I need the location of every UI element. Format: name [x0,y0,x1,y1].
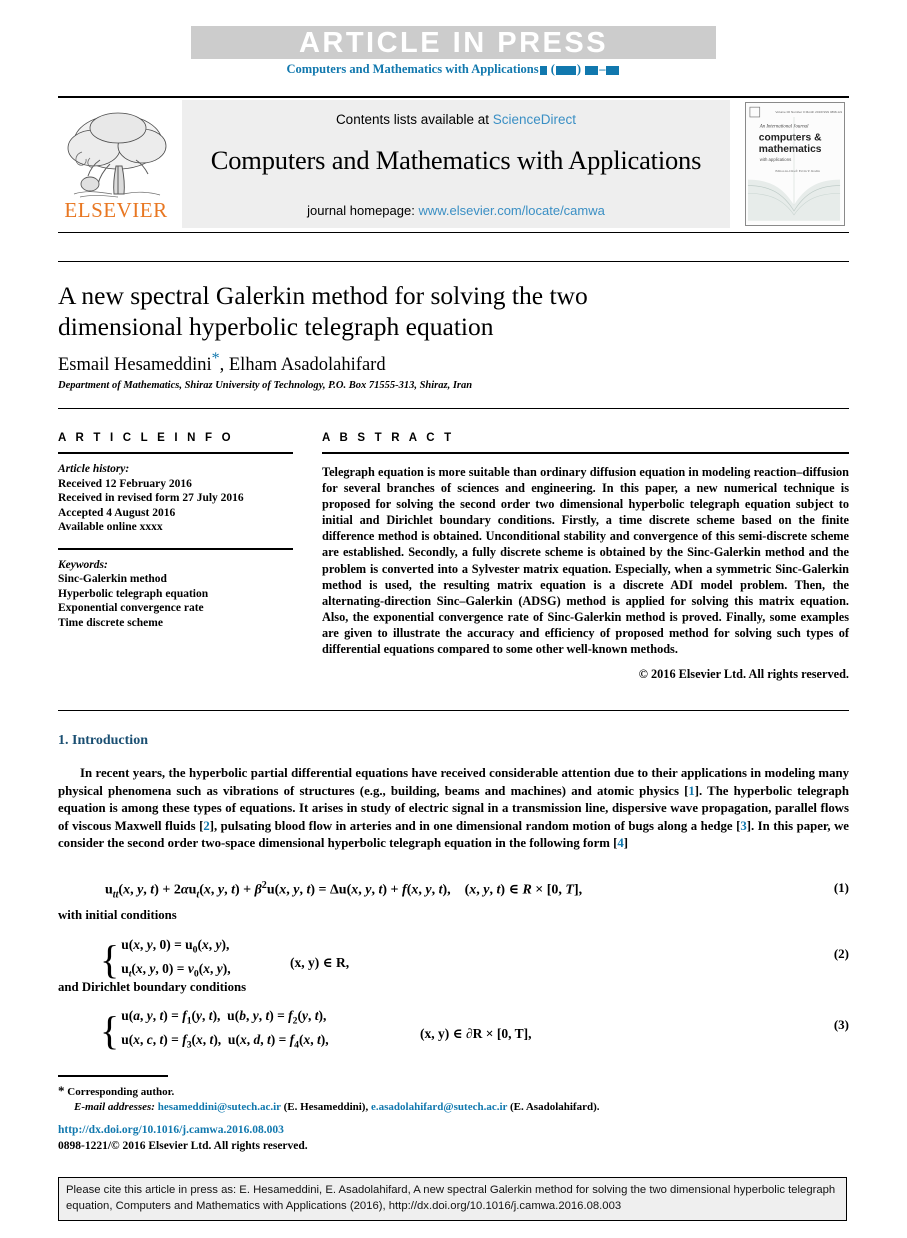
banner-journal-reference: Computers and Mathematics with Applicati… [0,62,907,77]
redaction-block-page-end [606,65,620,75]
journal-homepage-link[interactable]: www.elsevier.com/locate/camwa [418,203,604,218]
equation-3-line-2: u(x, c, t) = f3(x, t), u(x, d, t) = f4(x… [121,1031,329,1051]
intro-text-c: ], pulsating blood flow in arteries and … [209,818,741,833]
email-addresses-line: E-mail addresses: hesameddini@sutech.ac.… [58,1100,758,1115]
email-owner-asadolahifard: (E. Asadolahifard). [509,1101,600,1113]
author-name-first: Esmail Hesameddini [58,355,212,376]
affiliation-bottom-rule [58,408,849,409]
equation-1: utt(x, y, t) + 2αut(x, y, t) + β2u(x, y,… [105,880,583,901]
article-info-column: A R T I C L E I N F O Article history: R… [58,432,293,630]
article-history-item: Received in revised form 27 July 2016 [58,492,244,504]
equation-3-brace: { [100,1007,120,1053]
email-addresses-label: E-mail addresses: [74,1101,155,1113]
svg-text:with applications: with applications [760,157,792,162]
equation-2-domain: (x, y) ∈ R, [290,955,350,970]
redaction-paren-open: ( [547,62,555,76]
abstract-text: Telegraph equation is more suitable than… [322,465,849,657]
author-affiliation: Department of Mathematics, Shiraz Univer… [58,380,473,391]
article-info-heading: A R T I C L E I N F O [58,432,234,444]
email-link-hesameddini[interactable]: hesameddini@sutech.ac.ir [158,1101,281,1113]
lead-in-initial-conditions: with initial conditions [58,908,177,922]
email-owner-hesameddini: (E. Hesameddini), [283,1101,369,1113]
keyword-item: Time discrete scheme [58,616,163,629]
contents-prefix-text: Contents lists available at [335,112,493,127]
article-in-press-headline: ARTICLE IN PRESS [298,27,609,59]
equation-3-lines: u(a, y, t) = f1(y, t), u(b, y, t) = f2(y… [121,1007,328,1054]
equation-2-brace: { [100,936,120,982]
svg-text:Volume 00 Number 0 Month 2016: Volume 00 Number 0 Month 2016 [775,110,822,114]
paper-page: ARTICLE IN PRESS Computers and Mathemati… [0,0,907,1238]
svg-text:Editor-in-Chief: Ervin Y. Rodi: Editor-in-Chief: Ervin Y. Rodin [775,169,820,173]
keywords-label: Keywords: [58,558,108,571]
journal-cover-thumbnail: Volume 00 Number 0 Month 2016 ISSN 0898-… [745,102,845,226]
corresponding-author-note: * Corresponding author. [58,1083,758,1100]
banner-journal-name: Computers and Mathematics with Applicati… [286,62,539,76]
homepage-prefix-text: journal homepage: [307,203,419,218]
article-history-block: Article history: Received 12 February 20… [58,462,293,535]
abstract-heading: A B S T R A C T [322,432,455,444]
abstract-copyright: © 2016 Elsevier Ltd. All rights reserved… [638,667,849,682]
abstract-bottom-rule [58,710,849,711]
intro-text-e: ] [623,836,629,850]
sciencedirect-link[interactable]: ScienceDirect [493,112,576,127]
svg-text:mathematics: mathematics [759,144,822,155]
redaction-block-volume [539,65,547,75]
introduction-paragraph: In recent years, the hyperbolic partial … [58,765,849,853]
corresponding-author-label: Corresponding author. [67,1086,175,1098]
article-info-rule [58,452,293,454]
keywords-block: Keywords: Sinc-Galerkin method Hyperboli… [58,558,293,631]
article-history-label: Article history: [58,463,130,475]
equation-3-line-1: u(a, y, t) = f1(y, t), u(b, y, t) = f2(y… [121,1008,327,1027]
equation-2: { u(x, y, 0) = u0(x, y), ut(x, y, 0) = v… [100,936,231,983]
author-list: Esmail Hesameddini*, Elham Asadolahifard [58,350,758,376]
svg-text:computers &: computers & [759,132,822,143]
elsevier-wordmark: ELSEVIER [64,198,168,222]
equation-3-domain: (x, y) ∈ ∂R × [0, T], [420,1026,532,1041]
footnote-block: * Corresponding author. E-mail addresses… [58,1083,758,1115]
keyword-item: Exponential convergence rate [58,602,204,614]
page-title: A new spectral Galerkin method for solvi… [58,281,588,341]
keyword-item: Hyperbolic telegraph equation [58,587,209,600]
abstract-column: A B S T R A C T Telegraph equation is mo… [322,432,849,682]
footnote-rule [58,1075,168,1077]
corresponding-author-marker[interactable]: * [212,350,220,367]
contents-available-line: Contents lists available at ScienceDirec… [182,112,730,127]
article-history-item: Available online xxxx [58,521,163,533]
svg-text:ISSN 0898-1221: ISSN 0898-1221 [822,110,842,114]
citation-text: Please cite this article in press as: E.… [66,1184,836,1212]
abstract-rule [322,452,849,454]
article-history-item: Received 12 February 2016 [58,477,192,490]
lead-in-dirichlet-conditions: and Dirichlet boundary conditions [58,980,247,994]
masthead-bottom-rule [58,232,849,233]
section-heading-introduction: 1. Introduction [58,733,148,748]
keyword-item: Sinc-Galerkin method [58,573,167,585]
masthead-top-rule [58,96,849,98]
keywords-separator-rule [58,547,293,550]
equation-3: { u(a, y, t) = f1(y, t), u(b, y, t) = f2… [100,1007,329,1054]
equation-1-number: (1) [833,880,849,895]
journal-homepage-line: journal homepage: www.elsevier.com/locat… [182,203,730,218]
article-history-item: Accepted 4 August 2016 [58,506,176,519]
equation-3-number: (3) [833,1017,849,1032]
doi-link[interactable]: http://dx.doi.org/10.1016/j.camwa.2016.0… [58,1124,284,1136]
title-top-rule [58,261,849,262]
redaction-block-year [555,65,576,75]
svg-text:An International Journal: An International Journal [759,125,809,130]
equation-2-lines: u(x, y, 0) = u0(x, y), ut(x, y, 0) = v0(… [121,936,230,983]
redaction-paren-close: ) [576,62,585,76]
author-name-second: , Elham Asadolahifard [219,355,386,376]
email-link-asadolahifard[interactable]: e.asadolahifard@sutech.ac.ir [371,1101,507,1113]
journal-title: Computers and Mathematics with Applicati… [210,145,702,175]
redaction-dash: – [599,62,606,76]
issn-copyright-line: 0898-1221/© 2016 Elsevier Ltd. All right… [58,1140,308,1152]
redaction-block-page-start [585,65,599,75]
asterisk-icon: * [58,1083,65,1098]
equation-2-line-1: u(x, y, 0) = u0(x, y), [121,937,230,956]
equation-2-number: (2) [833,946,849,961]
